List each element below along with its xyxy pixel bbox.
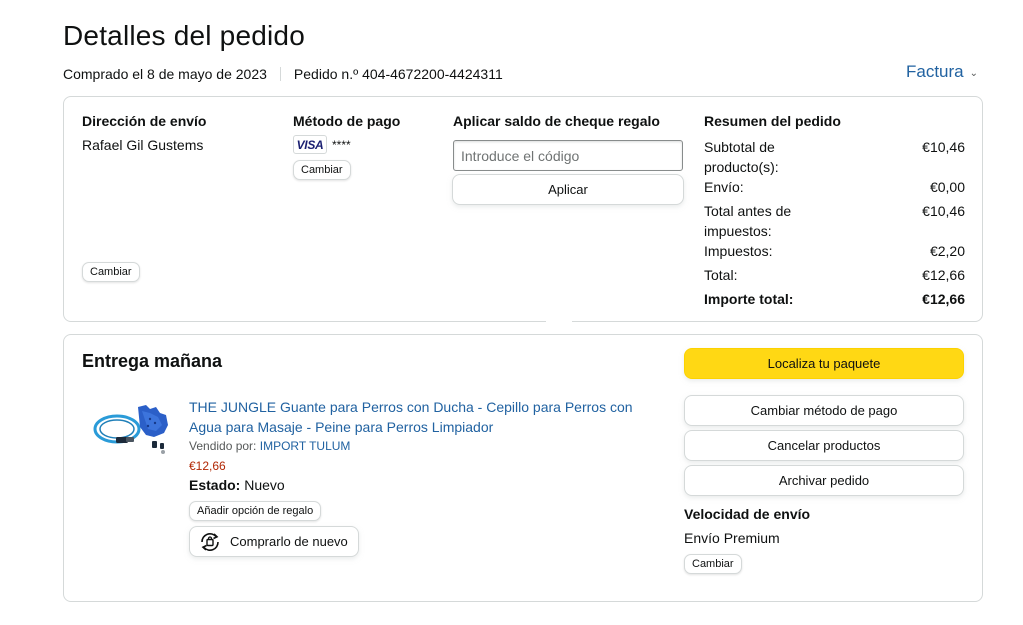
order-summary: Resumen del pedido Subtotal de producto(…: [704, 113, 965, 313]
shipment-panel: Entrega mañana THE JUNGLE Guante para Pe…: [63, 334, 983, 602]
product-image[interactable]: [90, 399, 176, 457]
change-payment-button[interactable]: Cambiar: [293, 160, 351, 180]
seller-link[interactable]: IMPORT TULUM: [260, 439, 351, 453]
product-price: €12,66: [189, 459, 226, 473]
shipping-speed-value: Envío Premium: [684, 530, 780, 546]
shipping-heading: Dirección de envío: [82, 113, 207, 129]
payment-card: VISA ****: [293, 135, 400, 154]
add-gift-option-button[interactable]: Añadir opción de regalo: [189, 501, 322, 521]
summary-row-shipping: Envío: €0,00: [704, 179, 965, 195]
condition-value: Nuevo: [244, 477, 285, 493]
cancel-items-button[interactable]: Cancelar productos: [684, 430, 964, 461]
invoice-label: Factura: [906, 62, 964, 81]
shipping-speed-heading: Velocidad de envío: [684, 506, 811, 522]
summary-row-pretax: Total antes de impuestos: €10,46: [704, 203, 965, 239]
purchase-date: Comprado el 8 de mayo de 2023: [63, 66, 267, 82]
summary-row-tax: Impuestos: €2,20: [704, 243, 965, 259]
payment-method-section: Método de pago VISA **** Cambiar: [293, 113, 400, 180]
divider-notch: [546, 314, 572, 328]
meta-divider: [279, 67, 281, 81]
payment-heading: Método de pago: [293, 113, 401, 129]
buy-again-button[interactable]: Comprarlo de nuevo: [189, 526, 359, 557]
buy-again-icon: [201, 532, 219, 551]
gift-card-section: Aplicar saldo de cheque regalo: [453, 113, 660, 129]
archive-order-button[interactable]: Archivar pedido: [684, 465, 964, 496]
order-meta: Comprado el 8 de mayo de 2023 Pedido n.º…: [63, 66, 503, 82]
summary-row-subtotal: Subtotal de producto(s): €10,46: [704, 139, 965, 175]
condition-label: Estado:: [189, 477, 241, 493]
order-info-panel: Dirección de envío Rafael Gil Gustems Ca…: [63, 96, 983, 322]
order-number: Pedido n.º 404-4672200-4424311: [293, 66, 503, 82]
chevron-down-icon: ⌄: [969, 67, 979, 79]
shipping-name: Rafael Gil Gustems: [82, 137, 204, 153]
sold-by-label: Vendido por:: [189, 439, 257, 453]
change-address-button[interactable]: Cambiar: [82, 262, 140, 282]
visa-card-icon: VISA: [293, 135, 327, 154]
change-shipping-speed-button[interactable]: Cambiar: [684, 554, 742, 574]
delivery-status-title: Entrega mañana: [82, 351, 223, 371]
summary-row-grand-total: Importe total: €12,66: [704, 291, 965, 307]
gift-card-heading: Aplicar saldo de cheque regalo: [453, 113, 660, 129]
product-condition: Estado: Nuevo: [189, 477, 285, 493]
apply-gift-code-button[interactable]: Aplicar: [452, 174, 684, 205]
change-payment-method-button[interactable]: Cambiar método de pago: [684, 395, 964, 426]
summary-row-total: Total: €12,66: [704, 267, 965, 283]
invoice-dropdown[interactable]: Factura ⌄: [906, 62, 978, 82]
track-package-button[interactable]: Localiza tu paquete: [684, 348, 964, 379]
sold-by: Vendido por: IMPORT TULUM: [189, 439, 350, 453]
shipping-address-section: Dirección de envío Rafael Gil Gustems: [82, 113, 206, 153]
gift-code-input[interactable]: [453, 140, 683, 171]
buy-again-label: Comprarlo de nuevo: [230, 534, 348, 549]
product-title-link[interactable]: THE JUNGLE Guante para Perros con Ducha …: [189, 397, 639, 437]
summary-heading: Resumen del pedido: [704, 113, 841, 129]
page-title: Detalles del pedido: [63, 20, 305, 51]
card-number-mask: ****: [332, 137, 351, 152]
